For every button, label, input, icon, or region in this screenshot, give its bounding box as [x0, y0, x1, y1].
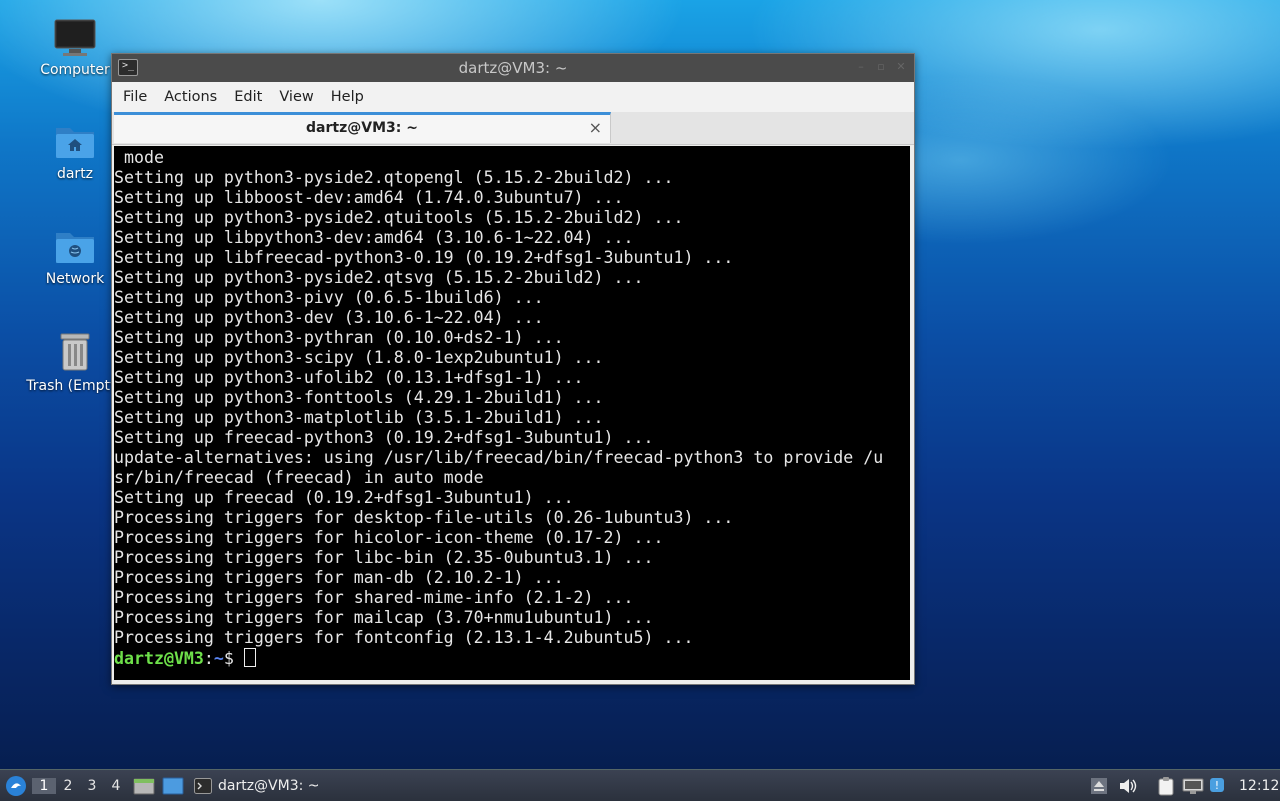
tab-title: dartz@VM3: ~: [306, 120, 418, 136]
tray-clipboard[interactable]: [1156, 770, 1176, 801]
terminal-line: Setting up python3-matplotlib (3.5.1-2bu…: [114, 408, 604, 427]
prompt-path: ~: [213, 649, 224, 668]
terminal-line: Setting up libfreecad-python3-0.19 (0.19…: [114, 248, 734, 267]
terminal-output[interactable]: mode Setting up python3-pyside2.qtopengl …: [114, 146, 910, 680]
terminal-line: Setting up freecad (0.19.2+dfsg1-3ubuntu…: [114, 488, 574, 507]
terminal-line: update-alternatives: using /usr/lib/free…: [114, 448, 884, 467]
network-folder-icon: [56, 233, 94, 263]
start-menu-button[interactable]: [4, 770, 28, 801]
terminal-line: Processing triggers for hicolor-icon-the…: [114, 528, 664, 547]
terminal-cursor: [243, 648, 256, 667]
terminal-line: Processing triggers for libc-bin (2.35-0…: [114, 548, 654, 567]
prompt-user: dartz@VM3: [114, 649, 204, 668]
tray-volume[interactable]: [1118, 770, 1138, 801]
terminal-line: Processing triggers for man-db (2.10.2-1…: [114, 568, 564, 587]
menu-view[interactable]: View: [272, 89, 320, 105]
terminal-line: Setting up python3-dev (3.10.6-1~22.04) …: [114, 308, 544, 327]
terminal-line: Setting up libpython3-dev:amd64 (3.10.6-…: [114, 228, 634, 247]
desktop-icon: [162, 777, 184, 794]
terminal-window: >_ dartz@VM3: ~ – ▫ ✕ File Actions Edit …: [111, 53, 915, 685]
terminal-line: Setting up python3-pyside2.qtuitools (5.…: [114, 208, 684, 227]
close-button[interactable]: ✕: [894, 60, 908, 74]
window-title: dartz@VM3: ~: [458, 59, 568, 77]
eject-icon: [1091, 777, 1107, 794]
network-icon: [1182, 778, 1204, 794]
terminal-line: Processing triggers for mailcap (3.70+nm…: [114, 608, 654, 627]
terminal-line: Setting up python3-pivy (0.6.5-1build6) …: [114, 288, 544, 307]
terminal-line: Processing triggers for desktop-file-uti…: [114, 508, 734, 527]
menu-file[interactable]: File: [116, 89, 154, 105]
clock[interactable]: 12:12: [1239, 770, 1279, 801]
app-menu-icon: [6, 775, 26, 796]
terminal-line: Setting up python3-ufolib2 (0.13.1+dfsg1…: [114, 368, 584, 387]
maximize-button[interactable]: ▫: [874, 60, 888, 74]
workspace-2[interactable]: 2: [56, 778, 80, 794]
tray-network[interactable]: [1182, 770, 1204, 801]
clipboard-icon: [1158, 776, 1174, 795]
terminal-line: Processing triggers for shared-mime-info…: [114, 588, 634, 607]
computer-icon: [54, 19, 96, 56]
task-label: dartz@VM3: ~: [218, 777, 320, 794]
tray-updates[interactable]: !: [1208, 770, 1228, 801]
file-manager-icon: [133, 778, 155, 794]
terminal-line: Setting up python3-pyside2.qtopengl (5.1…: [114, 168, 674, 187]
terminal-line: Processing triggers for fontconfig (2.13…: [114, 628, 694, 647]
prompt-symbol: $: [223, 649, 244, 668]
home-folder-icon: [56, 128, 94, 158]
terminal-line: Setting up python3-fonttools (4.29.1-2bu…: [114, 388, 604, 407]
volume-icon: [1120, 778, 1137, 793]
tab-close-icon[interactable]: ×: [589, 118, 602, 137]
file-manager-launcher[interactable]: [133, 770, 155, 801]
terminal-line: Setting up freecad-python3 (0.19.2+dfsg1…: [114, 428, 654, 447]
terminal-line: Setting up libboost-dev:amd64 (1.74.0.3u…: [114, 188, 624, 207]
trash-icon: [60, 333, 90, 371]
taskbar-task-terminal[interactable]: dartz@VM3: ~: [194, 770, 320, 801]
menu-edit[interactable]: Edit: [227, 89, 269, 105]
workspace-1[interactable]: 1: [32, 777, 56, 794]
menubar: File Actions Edit View Help: [112, 82, 914, 112]
terminal-line: Setting up python3-scipy (1.8.0-1exp2ubu…: [114, 348, 604, 367]
terminal-icon: [194, 777, 212, 794]
window-titlebar[interactable]: >_ dartz@VM3: ~ – ▫ ✕: [112, 54, 914, 82]
workspace-3[interactable]: 3: [80, 778, 104, 794]
terminal-line: sr/bin/freecad (freecad) in auto mode: [114, 468, 484, 487]
tab-terminal[interactable]: dartz@VM3: ~ ×: [114, 112, 611, 143]
terminal-line: mode: [114, 148, 164, 167]
taskbar: 1 2 3 4 dartz@VM3: ~ ! 12:12: [0, 769, 1280, 801]
svg-text:!: !: [1215, 779, 1219, 792]
tab-bar: dartz@VM3: ~ ×: [112, 112, 914, 145]
terminal-line: Setting up python3-pythran (0.10.0+ds2-1…: [114, 328, 564, 347]
workspace-4[interactable]: 4: [104, 778, 128, 794]
minimize-button[interactable]: –: [854, 60, 868, 74]
menu-help[interactable]: Help: [324, 89, 371, 105]
prompt-separator: :: [203, 649, 214, 668]
terminal-line: Setting up python3-pyside2.qtsvg (5.15.2…: [114, 268, 644, 287]
terminal-text: mode Setting up python3-pyside2.qtopengl …: [114, 148, 883, 669]
update-notifier-icon: !: [1210, 777, 1224, 792]
tray-eject[interactable]: [1090, 770, 1108, 801]
show-desktop-launcher[interactable]: [162, 770, 184, 801]
prompt-line: dartz@VM3:~$: [114, 648, 883, 669]
menu-actions[interactable]: Actions: [157, 89, 224, 105]
